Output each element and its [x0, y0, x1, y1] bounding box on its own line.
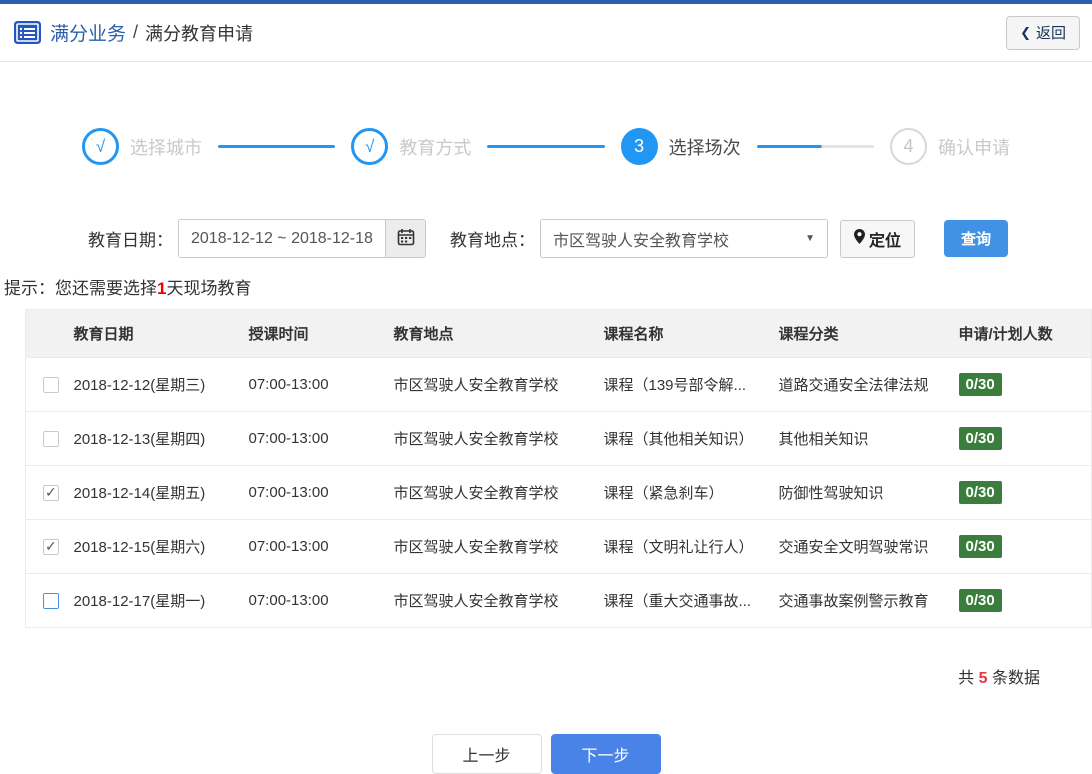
- column-header: 课程分类: [770, 309, 951, 358]
- education-date-label: 教育日期：: [88, 231, 173, 250]
- calendar-button[interactable]: [385, 220, 425, 257]
- row-checkbox[interactable]: [43, 484, 59, 502]
- step-connector-1: [218, 145, 336, 148]
- step-4-label: 确认申请: [937, 137, 1010, 158]
- session-row: 2018-12-12(星期三) 07:00-13:00 市区驾驶人安全教育学校 …: [25, 357, 1092, 412]
- column-header: 申请/计划人数: [950, 309, 1092, 358]
- location-pin-icon: [854, 228, 865, 249]
- cell-education-date: 2018-12-17(星期一): [65, 573, 241, 628]
- search-button[interactable]: 查询: [944, 220, 1009, 257]
- hint-prefix: 提示：您还需要选择: [4, 279, 157, 298]
- cell-education-date: 2018-12-12(星期三): [65, 357, 241, 412]
- next-step-button[interactable]: 下一步: [550, 734, 661, 774]
- back-button[interactable]: ❮ 返回: [1006, 15, 1080, 50]
- row-checkbox[interactable]: [43, 431, 59, 448]
- cell-education-date: 2018-12-14(星期五): [65, 465, 241, 520]
- education-place-selected-value: 市区驾驶人安全教育学校: [553, 232, 730, 250]
- cell-education-place: 市区驾驶人安全教育学校: [385, 465, 596, 520]
- filter-bar: 教育日期： 教育地点： 市区驾驶人安全教育学校 ▼: [88, 219, 1092, 258]
- cell-course-name: 课程（其他相关知识）: [595, 411, 771, 466]
- row-checkbox[interactable]: [43, 593, 59, 610]
- step-select-city: √ 选择城市: [82, 128, 202, 165]
- quota-badge: 0/30: [958, 481, 1002, 504]
- cell-education-date: 2018-12-15(星期六): [65, 519, 241, 574]
- session-row: 2018-12-14(星期五) 07:00-13:00 市区驾驶人安全教育学校 …: [25, 465, 1092, 520]
- wizard-actions: 上一步 下一步: [0, 734, 1092, 774]
- list-icon: [14, 21, 41, 44]
- cell-education-place: 市区驾驶人安全教育学校: [385, 573, 596, 628]
- column-header: 课程名称: [595, 309, 771, 358]
- quota-badge: 0/30: [958, 535, 1002, 558]
- locate-button[interactable]: 定位: [840, 219, 916, 258]
- count-prefix: 共: [958, 670, 975, 687]
- hint-text: 提示：您还需要选择1天现场教育: [4, 274, 1092, 299]
- cell-education-date: 2018-12-13(星期四): [65, 411, 241, 466]
- cell-class-time: 07:00-13:00: [240, 357, 386, 412]
- row-checkbox[interactable]: [43, 538, 59, 556]
- step-3-circle: 3: [620, 128, 658, 165]
- app-header: 满分业务 / 满分教育申请 ❮ 返回: [0, 4, 1092, 62]
- cell-course-name: 课程（重大交通事故...: [595, 573, 771, 628]
- stepper: √ 选择城市 √ 教育方式 3 选择场次 4 确认申请: [82, 128, 1010, 165]
- session-table-wrap: 教育日期 授课时间 教育地点 课程名称 课程分类 申请/计划人数 2018-12-12(星…: [25, 309, 1092, 628]
- cell-education-place: 市区驾驶人安全教育学校: [385, 411, 596, 466]
- cell-education-place: 市区驾驶人安全教育学校: [385, 357, 596, 412]
- table-header-row: 教育日期 授课时间 教育地点 课程名称 课程分类 申请/计划人数: [25, 309, 1092, 358]
- breadcrumb-separator: /: [133, 22, 139, 42]
- cell-class-time: 07:00-13:00: [240, 411, 386, 466]
- cell-course-name: 课程（文明礼让行人）: [595, 519, 771, 574]
- session-table-body: 2018-12-12(星期三) 07:00-13:00 市区驾驶人安全教育学校 …: [25, 357, 1092, 628]
- row-checkbox[interactable]: [43, 377, 59, 394]
- calendar-icon: [397, 228, 415, 249]
- count-number: 5: [978, 670, 988, 687]
- step-2-label: 教育方式: [399, 137, 472, 158]
- locate-button-label: 定位: [869, 232, 902, 250]
- quota-badge: 0/30: [958, 373, 1002, 396]
- session-row: 2018-12-15(星期六) 07:00-13:00 市区驾驶人安全教育学校 …: [25, 519, 1092, 574]
- step-2-circle: √: [351, 128, 389, 165]
- page-title: 满分教育申请: [145, 23, 254, 44]
- education-place-select[interactable]: 市区驾驶人安全教育学校 ▼: [540, 219, 828, 258]
- count-suffix: 条数据: [991, 670, 1040, 687]
- caret-down-icon: ▼: [805, 233, 815, 244]
- step-connector-2: [487, 145, 605, 148]
- cell-class-time: 07:00-13:00: [240, 465, 386, 520]
- step-4-circle: 4: [889, 128, 927, 165]
- record-count: 共 5 条数据: [0, 664, 1092, 688]
- cell-course-category: 其他相关知识: [770, 411, 951, 466]
- step-1-label: 选择城市: [130, 137, 202, 158]
- cell-class-time: 07:00-13:00: [240, 519, 386, 574]
- column-header: 教育日期: [65, 309, 241, 358]
- date-range-group: [178, 219, 426, 258]
- cell-education-place: 市区驾驶人安全教育学校: [385, 519, 596, 574]
- cell-course-name: 课程（139号部令解...: [595, 357, 771, 412]
- session-table: 教育日期 授课时间 教育地点 课程名称 课程分类 申请/计划人数 2018-12-12(星…: [25, 309, 1092, 628]
- column-header: 授课时间: [240, 309, 386, 358]
- cell-course-category: 道路交通安全法律法规: [770, 357, 951, 412]
- step-1-circle: √: [82, 128, 119, 165]
- step-select-session: 3 选择场次: [620, 128, 741, 165]
- step-education-mode: √ 教育方式: [351, 128, 471, 165]
- chevron-left-icon: ❮: [1020, 24, 1031, 40]
- step-confirm-application: 4 确认申请: [889, 128, 1010, 165]
- back-button-label: 返回: [1035, 25, 1066, 42]
- column-header: [25, 309, 66, 358]
- previous-step-button[interactable]: 上一步: [431, 734, 542, 774]
- cell-course-category: 交通事故案例警示教育: [770, 573, 951, 628]
- step-connector-3: [756, 145, 874, 148]
- column-header: 教育地点: [385, 309, 596, 358]
- date-range-input[interactable]: [179, 220, 385, 257]
- education-place-label: 教育地点：: [450, 231, 535, 250]
- session-row: 2018-12-17(星期一) 07:00-13:00 市区驾驶人安全教育学校 …: [25, 573, 1092, 628]
- step-3-label: 选择场次: [668, 137, 741, 158]
- breadcrumb-module: 满分业务: [50, 24, 127, 45]
- cell-class-time: 07:00-13:00: [240, 573, 386, 628]
- session-row: 2018-12-13(星期四) 07:00-13:00 市区驾驶人安全教育学校 …: [25, 411, 1092, 466]
- cell-course-category: 防御性驾驶知识: [770, 465, 951, 520]
- quota-badge: 0/30: [958, 589, 1002, 612]
- hint-suffix: 天现场教育: [166, 279, 252, 298]
- cell-course-name: 课程（紧急刹车）: [595, 465, 771, 520]
- cell-course-category: 交通安全文明驾驶常识: [770, 519, 951, 574]
- quota-badge: 0/30: [958, 427, 1002, 450]
